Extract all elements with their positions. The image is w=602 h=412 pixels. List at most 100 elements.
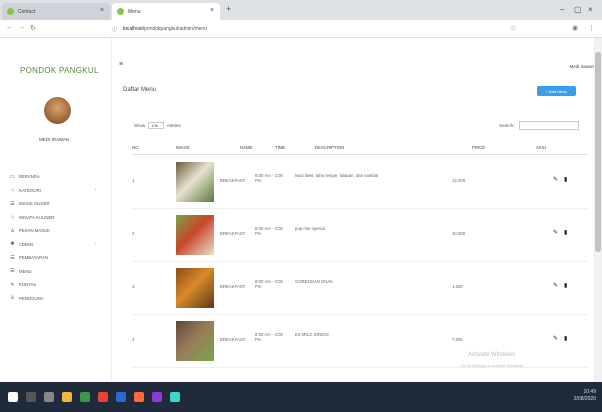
row-actions: ✎ ▮ — [553, 176, 567, 183]
favicon-icon — [117, 8, 124, 15]
table-row: 3 BREAKFAST 8:00 Am - 2:00 Pm GORENGAN ENAK… — [132, 262, 588, 315]
tab-contact[interactable]: Contact × — [2, 3, 110, 20]
trash-icon[interactable]: ▮ — [564, 229, 567, 236]
table-header: NO IMAGE NAME TIME DESCRIPTION PRICE AKSI — [132, 141, 588, 155]
menu-price: 1.000 — [452, 284, 463, 289]
scrollbar-thumb[interactable] — [595, 52, 601, 252]
sidebar-item[interactable]: ✱ ADMIN › — [0, 238, 112, 252]
chrome-icon[interactable] — [98, 392, 108, 402]
sidebar-item[interactable]: ✎ KONTAK — [0, 278, 112, 292]
tag-icon: ⌂ — [10, 187, 15, 194]
star-icon[interactable]: ☆ — [510, 24, 516, 32]
explorer-icon[interactable] — [62, 392, 72, 402]
menu-time: 8:00 Am - 2:00 Pm — [255, 173, 283, 183]
sidebar-item[interactable]: ⌂ WISATA KULINER — [0, 211, 112, 225]
table-row: 2 BREAKFAST 8:00 Am - 2:00 Pm pop mie spesi… — [132, 209, 588, 262]
tag-icon: ⌂ — [10, 214, 15, 221]
address-bar[interactable]: ⓘ localhost/pondokpangkul/admin/menu — [112, 23, 508, 35]
close-icon[interactable]: × — [210, 7, 214, 14]
tab-menu[interactable]: Menu × — [112, 3, 220, 20]
menu-time: 8:00 Am - 2:00 Pm — [255, 332, 283, 342]
column-header[interactable]: TIME — [275, 145, 285, 150]
app-icon[interactable] — [152, 392, 162, 402]
column-header[interactable]: NAME — [240, 145, 252, 150]
column-header[interactable]: IMAGE — [176, 145, 190, 150]
edit-icon[interactable]: ✎ — [553, 282, 558, 289]
entries-label: entries — [167, 123, 181, 128]
maximize-icon[interactable]: ▢ — [574, 5, 582, 14]
hamburger-icon[interactable]: ≡ — [119, 61, 123, 68]
chevron-right-icon: › — [94, 241, 96, 248]
sidebar-item[interactable]: ⌂ KATEGORI › — [0, 184, 112, 198]
search-input[interactable] — [518, 121, 579, 130]
search-control: Search: — [499, 121, 579, 130]
menu-description: Nasi liwet, tahu tempe, lalapan, dan sam… — [295, 173, 379, 178]
sidebar-item[interactable]: ♙ PENGGUNA — [0, 292, 112, 306]
menu-image — [176, 268, 214, 308]
gear-icon: ✱ — [10, 241, 15, 248]
app-logo[interactable]: PONDOK PANGKUL — [20, 66, 99, 75]
menu-name: BREAKFAST — [220, 337, 246, 342]
sidebar-item-label: WISATA KULINER — [19, 214, 55, 220]
topbar: ≡ Medi Irawan — [112, 38, 602, 82]
sidebar-item-label: KONTAK — [19, 282, 37, 288]
task-view-icon[interactable] — [44, 392, 54, 402]
app-icon[interactable] — [170, 392, 180, 402]
back-icon[interactable]: ← — [6, 24, 13, 31]
sidebar-item-label: KATEGORI — [19, 187, 41, 193]
sidebar-item-label: PEMBAYARAN — [19, 255, 49, 261]
reload-icon[interactable]: ↻ — [30, 24, 36, 32]
minimize-icon[interactable]: – — [560, 5, 564, 14]
info-icon: ⓘ — [112, 26, 118, 33]
menu-name: BREAKFAST — [220, 178, 246, 183]
activation-watermark-sub: Go to Settings to activate Windows. — [461, 363, 525, 368]
sidebar-menu: ▭ BERANDA ⌂ KATEGORI › ☰ IMAGE SLIDER ⌂ WISATA K… — [0, 170, 112, 305]
page-title: Daftar Menu — [123, 87, 157, 93]
column-header[interactable]: NO — [132, 145, 138, 150]
close-icon[interactable]: × — [100, 7, 104, 14]
menu-image — [176, 162, 214, 202]
sidebar-item-label: PENGGUNA — [19, 295, 44, 301]
menu-dots-icon[interactable]: ⋮ — [588, 24, 595, 32]
edit-icon[interactable]: ✎ — [553, 229, 558, 236]
list-icon: ☰ — [10, 268, 15, 275]
sidebar-item[interactable]: ♙ PESAN MASUK — [0, 224, 112, 238]
trash-icon[interactable]: ▮ — [564, 335, 567, 342]
row-actions: ✎ ▮ — [553, 229, 567, 236]
sidebar-item[interactable]: ☰ IMAGE SLIDER — [0, 197, 112, 211]
tab-label: Contact — [18, 8, 36, 15]
user-menu[interactable]: Medi Irawan — [569, 64, 594, 69]
app-icon[interactable] — [116, 392, 126, 402]
app-icon[interactable] — [80, 392, 90, 402]
table-row: 4 BREAKFAST 8:00 Am - 2:00 Pm ES MILO DINGI… — [132, 315, 588, 368]
edit-icon[interactable]: ✎ — [553, 335, 558, 342]
entries-control: Show 10 ▾ entries — [134, 122, 181, 129]
new-tab-button[interactable]: + — [226, 4, 231, 14]
profile-icon[interactable]: ◉ — [572, 24, 578, 32]
column-header[interactable]: DESCRIPTION — [315, 145, 344, 150]
sidebar-item[interactable]: ☰ MENU — [0, 265, 112, 279]
search-icon[interactable] — [26, 392, 36, 402]
forward-icon[interactable]: → — [18, 24, 25, 31]
pencil-icon: ✎ — [10, 281, 15, 288]
system-tray[interactable]: 10:49 2/08/2020 — [574, 389, 596, 403]
column-header[interactable]: AKSI — [536, 145, 546, 150]
taskbar: 10:49 2/08/2020 — [0, 382, 602, 412]
app-icon[interactable] — [134, 392, 144, 402]
address-bar-row: ← → ↻ ⓘ localhost/pondokpangkul/admin/men… — [0, 20, 602, 38]
trash-icon[interactable]: ▮ — [564, 176, 567, 183]
sidebar-item-label: IMAGE SLIDER — [19, 201, 50, 207]
add-menu-button[interactable]: + Add Menu — [537, 86, 576, 96]
url-host: localhost — [123, 26, 143, 32]
column-header[interactable]: PRICE — [472, 145, 485, 150]
close-window-icon[interactable]: × — [588, 5, 593, 14]
start-icon[interactable] — [8, 392, 18, 402]
sidebar-item[interactable]: ☰ PEMBAYARAN — [0, 251, 112, 265]
edit-icon[interactable]: ✎ — [553, 176, 558, 183]
trash-icon[interactable]: ▮ — [564, 282, 567, 289]
avatar — [44, 97, 71, 124]
entries-select[interactable]: 10 ▾ — [148, 122, 165, 129]
activation-watermark: Activate Windows — [468, 352, 516, 358]
sidebar-item[interactable]: ▭ BERANDA — [0, 170, 112, 184]
scrollbar[interactable] — [594, 38, 602, 382]
